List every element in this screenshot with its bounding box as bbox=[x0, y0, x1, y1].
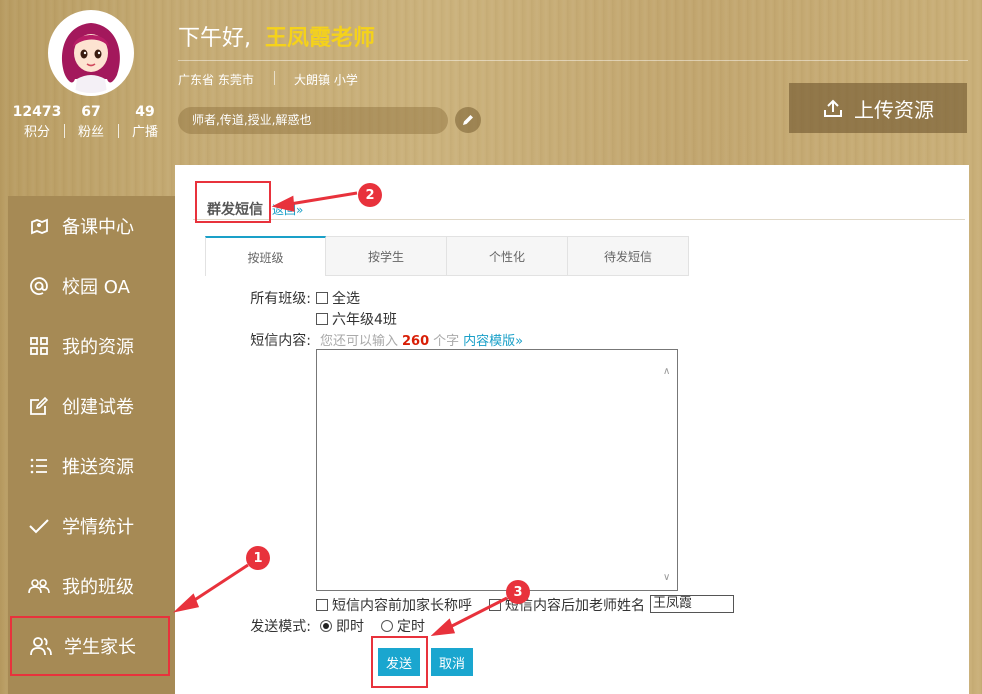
annotation-marker-3: 3 bbox=[506, 580, 530, 604]
annotation-marker-2: 2 bbox=[358, 183, 382, 207]
annotation-arrows bbox=[173, 191, 508, 636]
annotation-marker-1: 1 bbox=[246, 546, 270, 570]
